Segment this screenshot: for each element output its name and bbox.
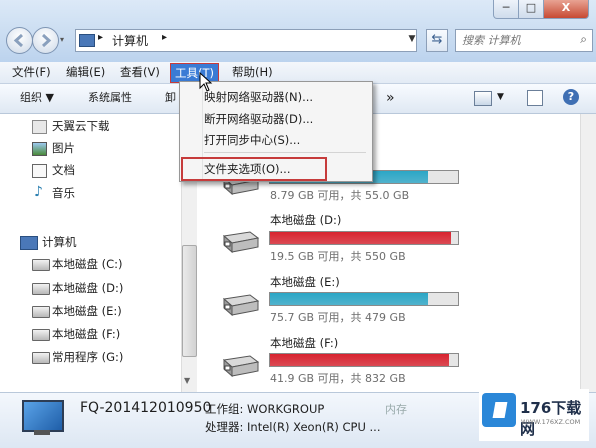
change-view-icon[interactable] bbox=[474, 91, 492, 106]
watermark-url: WWW.176XZ.COM bbox=[521, 418, 581, 426]
drive-usage-fill bbox=[270, 232, 452, 244]
computer-icon bbox=[20, 236, 38, 250]
drive-usage-bar bbox=[269, 292, 459, 306]
menu-edit[interactable]: 编辑(E) bbox=[62, 63, 109, 81]
help-icon[interactable]: ? bbox=[563, 89, 579, 105]
drive-usage-bar bbox=[269, 353, 459, 367]
nav-item-music[interactable]: 音乐 bbox=[52, 185, 75, 201]
back-button[interactable] bbox=[6, 27, 33, 54]
maximize-button[interactable]: □ bbox=[518, 0, 544, 19]
arrow-right-icon bbox=[41, 33, 52, 48]
nav-item-favorite[interactable]: 天翼云下载 bbox=[52, 118, 110, 134]
nav-item-documents[interactable]: 文档 bbox=[52, 162, 75, 178]
refresh-icon: ⇆ bbox=[431, 32, 443, 47]
hard-drive-icon[interactable] bbox=[220, 291, 260, 319]
breadcrumb-separator[interactable]: ▸ bbox=[162, 32, 167, 43]
scroll-down-arrow[interactable]: ▼ bbox=[184, 376, 190, 385]
drive-space-info: 41.9 GB 可用，共 832 GB bbox=[270, 372, 406, 385]
system-properties-button[interactable]: 系统属性 bbox=[88, 90, 132, 106]
drive-usage-fill bbox=[270, 354, 449, 366]
nav-item-computer[interactable]: 计算机 bbox=[42, 234, 77, 250]
drive-icon bbox=[32, 283, 50, 295]
drive-icon bbox=[32, 259, 50, 271]
pictures-icon bbox=[32, 142, 47, 156]
minimize-button[interactable]: ─ bbox=[493, 0, 519, 19]
forward-button[interactable] bbox=[32, 27, 59, 54]
nav-item-drive[interactable]: 本地磁盘 (D:) bbox=[52, 280, 123, 296]
nav-item-drive[interactable]: 本地磁盘 (E:) bbox=[52, 303, 122, 319]
documents-icon bbox=[32, 164, 47, 178]
search-box[interactable]: ⌕ bbox=[455, 29, 593, 52]
drive-space-info: 8.79 GB 可用，共 55.0 GB bbox=[270, 189, 410, 202]
menu-item-disconnect-network-drive[interactable]: 断开网络驱动器(D)... bbox=[204, 110, 313, 128]
nav-item-drive[interactable]: 本地磁盘 (F:) bbox=[52, 326, 120, 342]
menu-item-map-network-drive[interactable]: 映射网络驱动器(N)... bbox=[204, 88, 313, 106]
menu-separator bbox=[204, 152, 366, 153]
hard-drive-icon[interactable] bbox=[220, 228, 260, 256]
menu-item-folder-options[interactable]: 文件夹选项(O)... bbox=[204, 160, 291, 178]
drive-usage-fill bbox=[270, 293, 428, 305]
address-history-dropdown[interactable]: ▼ bbox=[405, 29, 419, 50]
computer-icon bbox=[22, 400, 64, 432]
processor-info: 处理器: Intel(R) Xeon(R) CPU ... bbox=[205, 420, 381, 434]
hard-drive-shape bbox=[222, 231, 260, 254]
music-icon: ♪ bbox=[34, 184, 43, 200]
drive-label[interactable]: 本地磁盘 (D:) bbox=[270, 212, 341, 228]
drive-icon bbox=[32, 329, 50, 341]
drive-icon bbox=[32, 306, 50, 318]
view-dropdown[interactable]: ▼ bbox=[497, 92, 504, 102]
uninstall-button[interactable]: 卸 bbox=[165, 90, 176, 106]
recent-pages-dropdown[interactable]: ▾ bbox=[60, 35, 64, 44]
computer-icon bbox=[79, 34, 95, 47]
arrow-left-icon bbox=[13, 33, 24, 48]
workgroup-info: 工作组: WORKGROUP bbox=[205, 402, 325, 416]
nav-scrollbar-thumb[interactable] bbox=[182, 245, 197, 357]
nav-item-pictures[interactable]: 图片 bbox=[52, 140, 75, 156]
download-folder-icon bbox=[32, 120, 47, 134]
computer-stand bbox=[34, 430, 50, 435]
computer-name: FQ-201412010950 bbox=[80, 400, 212, 416]
refresh-button[interactable]: ⇆ bbox=[426, 29, 448, 52]
nav-item-drive[interactable]: 常用程序 (G:) bbox=[52, 349, 123, 365]
search-input[interactable] bbox=[460, 30, 574, 51]
drive-label[interactable]: 本地磁盘 (E:) bbox=[270, 274, 340, 290]
drive-icon bbox=[32, 352, 50, 364]
menu-help[interactable]: 帮助(H) bbox=[228, 63, 277, 81]
drive-space-info: 75.7 GB 可用，共 479 GB bbox=[270, 311, 406, 324]
search-icon[interactable]: ⌕ bbox=[580, 32, 587, 47]
nav-item-drive[interactable]: 本地磁盘 (C:) bbox=[52, 256, 123, 272]
close-button[interactable]: X bbox=[543, 0, 589, 19]
menu-view[interactable]: 查看(V) bbox=[116, 63, 164, 81]
menu-file[interactable]: 文件(F) bbox=[8, 63, 55, 81]
organize-button[interactable]: 组织 ▼ bbox=[20, 90, 54, 106]
address-bar[interactable]: ▸ 计算机 ▸ bbox=[75, 29, 417, 52]
mouse-cursor-icon bbox=[199, 72, 213, 92]
breadcrumb-separator[interactable]: ▸ bbox=[98, 32, 103, 43]
hard-drive-shape bbox=[222, 294, 260, 317]
memory-info: 内存 bbox=[385, 403, 407, 416]
drive-label[interactable]: 本地磁盘 (F:) bbox=[270, 335, 338, 351]
menu-item-open-sync-center[interactable]: 打开同步中心(S)... bbox=[204, 131, 300, 149]
content-scrollbar[interactable] bbox=[580, 114, 596, 392]
breadcrumb-computer[interactable]: 计算机 bbox=[112, 32, 148, 49]
more-commands-button[interactable]: » bbox=[386, 90, 395, 106]
drive-usage-bar bbox=[269, 231, 459, 245]
hard-drive-shape bbox=[222, 355, 260, 378]
hard-drive-icon[interactable] bbox=[220, 352, 260, 380]
drive-space-info: 19.5 GB 可用，共 550 GB bbox=[270, 250, 406, 263]
preview-pane-icon[interactable] bbox=[527, 90, 543, 106]
